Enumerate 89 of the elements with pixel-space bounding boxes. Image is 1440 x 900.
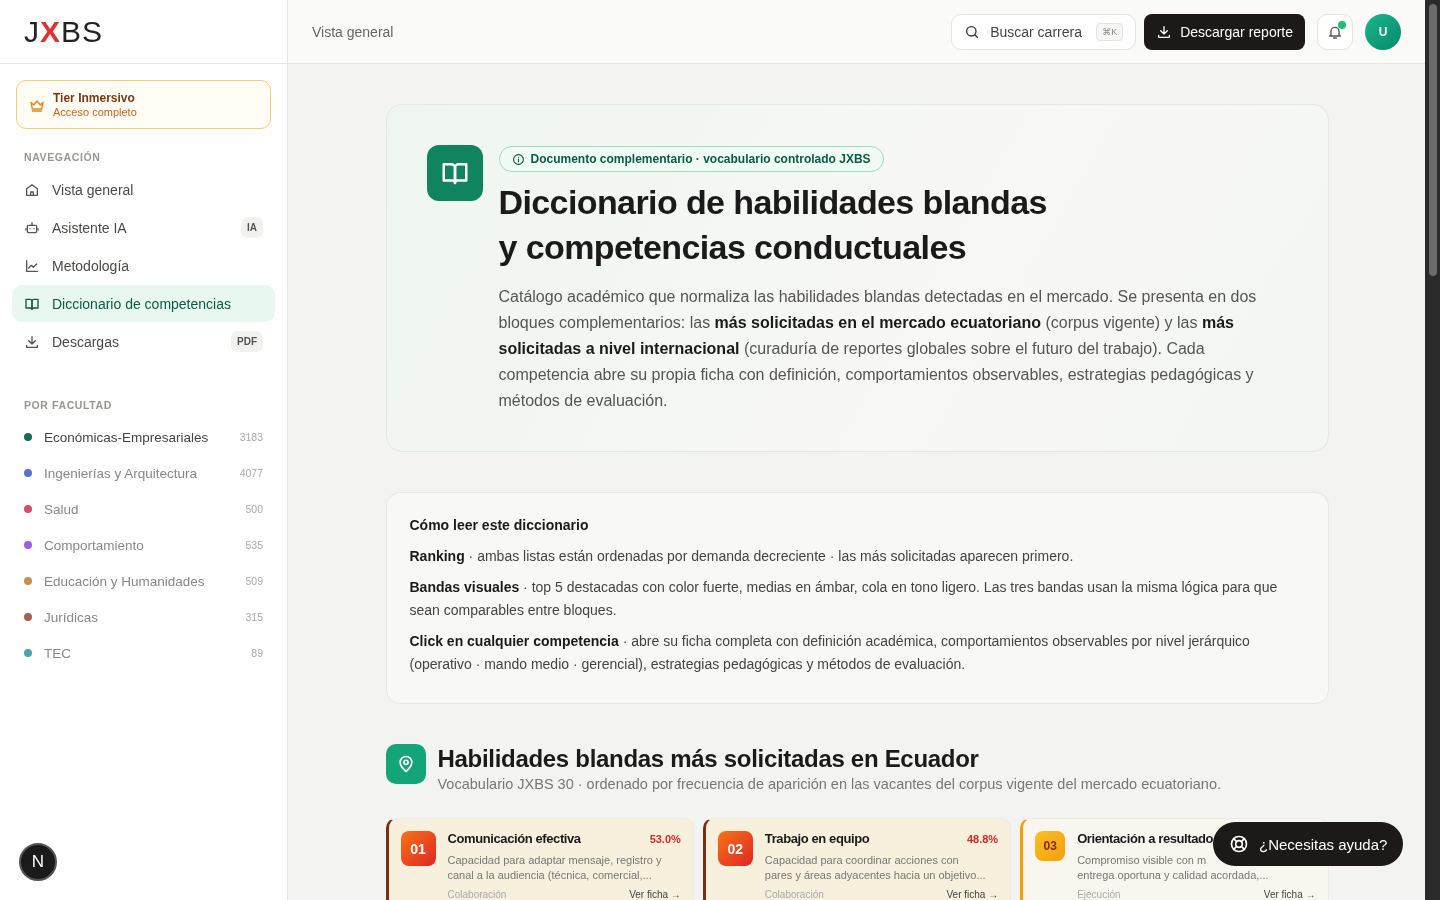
dev-badge[interactable]: N — [19, 843, 57, 881]
faculty-name: Ingenierías y Arquitectura — [44, 465, 199, 481]
nav-item[interactable]: Descargas PDF — [12, 323, 275, 360]
nav-item[interactable]: Asistente IA IA — [12, 209, 275, 246]
guide-text: Click en cualquier competencia · abre su ficha completa con definición académica, comportamientos observables por nivel jerárquico (operativo · mando medio · gerencial), estrategias pedagógicas y métodos de evaluación. — [409, 632, 1251, 674]
download-button[interactable]: Descargar reporte — [1144, 13, 1305, 50]
faculty-item[interactable]: Económicas-Empresariales 3183 — [12, 419, 275, 455]
faculty-count: 509 — [245, 575, 263, 587]
card-description-line: Compromiso visible con m — [1077, 853, 1207, 868]
nav-item[interactable]: Vista general — [12, 171, 275, 208]
search-input[interactable]: Buscar carrera — [988, 22, 1089, 41]
category-label: Ejecución — [1077, 889, 1121, 900]
robot-icon — [24, 219, 40, 236]
search-field[interactable]: Buscar carrera ⌘K — [951, 13, 1137, 50]
faculty-item[interactable]: Educación y Humanidades 509 — [12, 563, 275, 599]
nav-label: Asistente IA — [52, 219, 128, 236]
faculty-name: Económicas-Empresariales — [44, 429, 210, 445]
faculty-name: Jurídicas — [44, 609, 100, 625]
section-heading: NAVEGACIÓN — [23, 150, 102, 165]
card-description-line: canal a la audiencia (técnica, comercial,... — [447, 868, 652, 883]
category-label: Colaboración — [764, 889, 824, 900]
competency-card[interactable]: 01 Comunicación efectiva 53.0% Capacidad para adaptar mensaje, registro y canal a la audiencia (técnica, comercial,... Colaboración Ver ficha → — [385, 818, 694, 900]
faculty-item[interactable]: TEC 89 — [12, 635, 275, 671]
page-title: Diccionario de habilidades blandas y competencias conductuales — [498, 182, 1048, 268]
faculty-item[interactable]: Salud 500 — [12, 491, 275, 527]
nav-item[interactable]: Diccionario de competencias — [12, 285, 275, 322]
nav-label: Descargas — [52, 333, 120, 350]
category-label: Colaboración — [447, 889, 507, 900]
view-link[interactable]: Ver ficha → — [946, 889, 999, 900]
faculty-count: 3183 — [239, 431, 263, 443]
card-title: Orientación a resultado — [1077, 831, 1214, 846]
breadcrumb: Vista general — [312, 23, 394, 40]
faculty-name: Comportamiento — [44, 537, 145, 553]
home-icon — [24, 181, 40, 198]
view-link[interactable]: Ver ficha → — [1263, 889, 1316, 900]
section-subtitle: Vocabulario JXBS 30 · ordenado por frecuencia de aparición en las vacantes del corpus vigente del mercado ecuatoriano. — [437, 776, 1221, 792]
section-title: Habilidades blandas más solicitadas en Ecuador — [437, 744, 980, 774]
faculty-item[interactable]: Jurídicas 315 — [12, 599, 275, 635]
card-description-line: pares y áreas adyacentes hacia un objetivo... — [764, 868, 986, 883]
faculty-name: Educación y Humanidades — [44, 573, 206, 589]
guide-title: Cómo leer este diccionario — [409, 517, 590, 533]
faculty-count: 89 — [251, 647, 263, 659]
nav-label: Diccionario de competencias — [52, 295, 232, 312]
faculty-count: 315 — [245, 611, 263, 623]
card-title: Trabajo en equipo — [764, 831, 870, 846]
lifebuoy-icon — [1229, 834, 1249, 854]
card-title: Comunicación efectiva — [447, 831, 581, 846]
guide-text: Ranking · ambas listas están ordenadas por demanda decreciente · las más solicitadas aparecen primero. — [409, 547, 1075, 566]
nav-label: Vista general — [52, 181, 135, 198]
faculty-name: TEC — [44, 645, 72, 661]
shortcut-key: ⌘K — [1096, 22, 1124, 41]
notification-button[interactable] — [1317, 13, 1353, 50]
tier-title: Tier Inmersivo — [53, 91, 136, 105]
rank-badge: 01 — [400, 831, 436, 866]
help-toast[interactable]: ¿Necesitas ayuda? — [1213, 822, 1404, 866]
scrollbar-thumb[interactable] — [1428, 4, 1437, 276]
nav-label: Metodología — [52, 257, 131, 274]
download-icon — [1156, 23, 1173, 40]
search-icon — [964, 23, 981, 40]
card-description-line: Capacidad para coordinar acciones con — [764, 853, 959, 868]
description-text: Catálogo académico que normaliza las habilidades blandas detectadas en el mercado. Se presenta en dos bloques complementarios: las más solicitadas en el mercado ecuatoriano (corpus vigente) y las más solicitadas a nivel internacional (curaduría de reportes globales sobre el futuro del trabajo). Cada competencia abre su propia ficha con definición, comportamientos observables, estrategias pedagógicas y métodos de evaluación. — [498, 287, 1258, 411]
faculty-item[interactable]: Comportamiento 535 — [12, 527, 275, 563]
book-icon — [426, 145, 483, 201]
view-link[interactable]: Ver ficha → — [629, 889, 681, 900]
tier-subtitle: Acceso completo — [53, 106, 137, 118]
guide-text: Bandas visuales · top 5 destacadas con color fuerte, medias en ámbar, cola en tono ligero. Las tres bandas usan la misma lógica para que sean comparables entre bloques. — [409, 578, 1279, 620]
nav-badge: PDF — [231, 331, 263, 352]
competency-card[interactable]: 02 Trabajo en equipo 48.8% Capacidad para coordinar acciones con pares y áreas adyacentes hacia un objetivo... Colaboración Ver ficha → — [702, 818, 1012, 900]
rank-badge: 03 — [1035, 831, 1066, 861]
section-heading: POR FACULTAD — [23, 398, 113, 413]
faculty-count: 4077 — [239, 467, 263, 479]
faculty-item[interactable]: Ingenierías y Arquitectura 4077 — [12, 455, 275, 491]
info-icon — [511, 152, 525, 166]
rank-badge: 02 — [717, 831, 753, 866]
nav-item[interactable]: Metodología — [12, 247, 275, 284]
location-pin-icon — [385, 744, 426, 784]
logo: JXBS — [24, 16, 104, 47]
faculty-name: Salud — [44, 501, 80, 517]
card-description-line: entrega oportuna y calidad acordada,... — [1077, 868, 1269, 883]
faculty-count: 500 — [245, 503, 263, 515]
percentage: 48.8% — [966, 833, 999, 845]
percentage: 53.0% — [649, 833, 681, 845]
nav-badge: IA — [241, 217, 263, 238]
line-chart-icon — [24, 257, 40, 274]
scrollbar[interactable] — [1425, 0, 1440, 900]
info-chip: Documento complementario · vocabulario controlado JXBS — [498, 146, 884, 172]
card-description-line: Capacidad para adaptar mensaje, registro y — [447, 853, 662, 868]
download-icon — [24, 333, 40, 350]
faculty-count: 535 — [245, 539, 263, 551]
